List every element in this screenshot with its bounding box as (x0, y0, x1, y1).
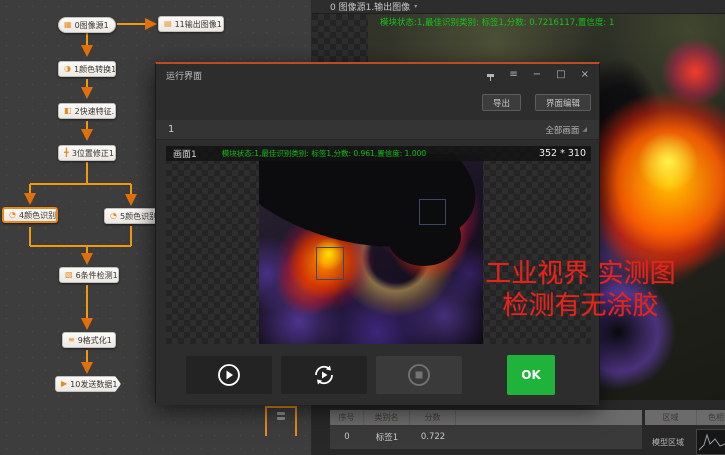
header-spacer (456, 410, 642, 425)
header-class-name: 类别名 (364, 410, 410, 425)
node-image-source[interactable]: ▦ 0图像源1 (58, 17, 116, 33)
header-hue: 色相 (697, 410, 725, 425)
interface-edit-button[interactable]: 界面编辑 (535, 94, 591, 111)
node-send-data[interactable]: ▶ 10发送数据1 (55, 376, 121, 392)
node-label: 6条件检测1 (76, 270, 118, 281)
result-table-header: 序号 类别名 分数 (330, 410, 642, 425)
fast-feature-icon: ◧ (64, 107, 72, 115)
header-region: 区域 (645, 410, 697, 425)
expand-corner-icon: ◢ (582, 126, 587, 133)
node-position-fix[interactable]: ╋ 3位置修正1 (58, 145, 116, 161)
result-table[interactable]: 序号 类别名 分数 0 标签1 0.722 (330, 410, 642, 449)
cell-score: 0.722 (410, 425, 456, 449)
partially-hidden-node[interactable] (265, 406, 297, 436)
view-subheader: 1 全部画面 ◢ (156, 120, 599, 140)
dialog-titlebar[interactable]: 运行界面 ≡ − □ × (156, 64, 599, 86)
run-continuous-button[interactable] (281, 356, 367, 394)
stop-button (376, 356, 462, 394)
position-fix-icon: ╋ (64, 149, 69, 157)
watermark-text: 工业视界 实测图 检测有无涂胶 (448, 258, 713, 322)
region-panel-header: 区域 色相 (645, 410, 725, 425)
node-color-convert[interactable]: ◑ 1颜色转换1 (58, 61, 116, 77)
node-format[interactable]: ≡ 9格式化1 (62, 332, 116, 348)
dialog-title: 运行界面 (166, 69, 202, 82)
node-label: 0图像源1 (75, 20, 109, 31)
view-index[interactable]: 1 (168, 124, 174, 135)
all-views-button[interactable]: 全部画面 ◢ (545, 124, 587, 136)
watermark-line2: 检测有无涂胶 (448, 290, 713, 322)
cell-class-name: 标签1 (364, 425, 410, 449)
cell-index: 0 (330, 425, 364, 449)
dialog-controls: OK (156, 344, 599, 405)
header-index: 序号 (330, 410, 364, 425)
close-icon[interactable]: × (581, 70, 589, 80)
histogram-thumbnail (696, 429, 725, 455)
module-status-text: 模块状态:1,最佳识别类别: 标签1,分数: 0.7216117,置信度: 1 (380, 16, 614, 28)
play-icon (216, 362, 242, 388)
run-once-button[interactable] (186, 356, 272, 394)
detection-roi-1 (419, 199, 446, 225)
detection-roi-2 (316, 247, 344, 280)
node-color-recognize-2[interactable]: ◔ 5颜色识别2 (104, 208, 160, 224)
pin-icon[interactable] (487, 74, 494, 77)
output-image-icon: ▤ (164, 20, 172, 28)
node-color-recognize-1[interactable]: ◔ 4颜色识别1 (2, 207, 58, 223)
histogram-curve (697, 430, 725, 454)
watermark-line1: 工业视界 实测图 (448, 258, 713, 290)
menu-icon[interactable]: ≡ (509, 70, 517, 80)
results-strip: 序号 类别名 分数 0 标签1 0.722 区域 色相 模型 (312, 400, 725, 455)
node-label: 10发送数据1 (70, 379, 117, 390)
app-window: ▦ 0图像源1 ▤ 11输出图像1 ◑ 1颜色转换1 ◧ 2快速特征... ╋ … (0, 0, 725, 455)
header-score: 分数 (410, 410, 456, 425)
node-label: 1颜色转换1 (74, 64, 116, 75)
image-source-selector[interactable]: 0 图像源1.输出图像 ▾ (312, 0, 725, 14)
ok-button[interactable]: OK (507, 355, 555, 395)
chevron-down-icon: ▾ (414, 3, 417, 10)
table-row[interactable]: 0 标签1 0.722 (330, 425, 642, 449)
node-label: 9格式化1 (78, 335, 112, 346)
node-label: 5颜色识别2 (120, 211, 160, 222)
image-resolution: 352 * 310 (539, 148, 591, 159)
node-condition-detect[interactable]: ▧ 6条件检测1 (59, 267, 119, 283)
all-views-label: 全部画面 (545, 124, 579, 136)
loop-play-icon (310, 361, 338, 389)
node-label: 3位置修正1 (72, 148, 114, 159)
region-row[interactable]: 模型区域 (645, 428, 725, 455)
node-fast-feature[interactable]: ◧ 2快速特征... (58, 103, 116, 119)
format-icon: ≡ (68, 336, 75, 344)
dialog-status-text: 模块状态:1,最佳识别类别: 标签1,分数: 0.961,置信度: 1.000 (222, 148, 426, 159)
color-recognize-icon: ◔ (9, 211, 16, 219)
region-panel: 区域 色相 模型区域 (645, 410, 725, 455)
send-data-icon: ▶ (61, 380, 67, 388)
view-info-bar: 画面1 模块状态:1,最佳识别类别: 标签1,分数: 0.961,置信度: 1.… (166, 146, 591, 161)
color-recognize-icon: ◔ (110, 212, 117, 220)
region-row-label: 模型区域 (645, 437, 691, 448)
node-label: 2快速特征... (75, 106, 116, 117)
node-output-image[interactable]: ▤ 11输出图像1 (158, 16, 224, 32)
export-button[interactable]: 导出 (482, 94, 521, 111)
view-name: 画面1 (166, 147, 204, 160)
cell-spacer (456, 425, 642, 449)
stop-icon (406, 362, 432, 388)
node-label: 4颜色识别1 (19, 210, 58, 221)
maximize-icon[interactable]: □ (556, 70, 565, 80)
run-interface-dialog: 运行界面 ≡ − □ × 导出 界面编辑 1 全部画面 ◢ 画面1 模块状态:1… (155, 62, 600, 403)
condition-detect-icon: ▧ (65, 271, 73, 279)
minimize-icon[interactable]: − (533, 70, 541, 80)
image-source-icon: ▦ (64, 21, 72, 29)
node-label: 11输出图像1 (175, 19, 222, 30)
image-source-selector-label: 0 图像源1.输出图像 (330, 0, 410, 13)
color-convert-icon: ◑ (64, 65, 71, 73)
